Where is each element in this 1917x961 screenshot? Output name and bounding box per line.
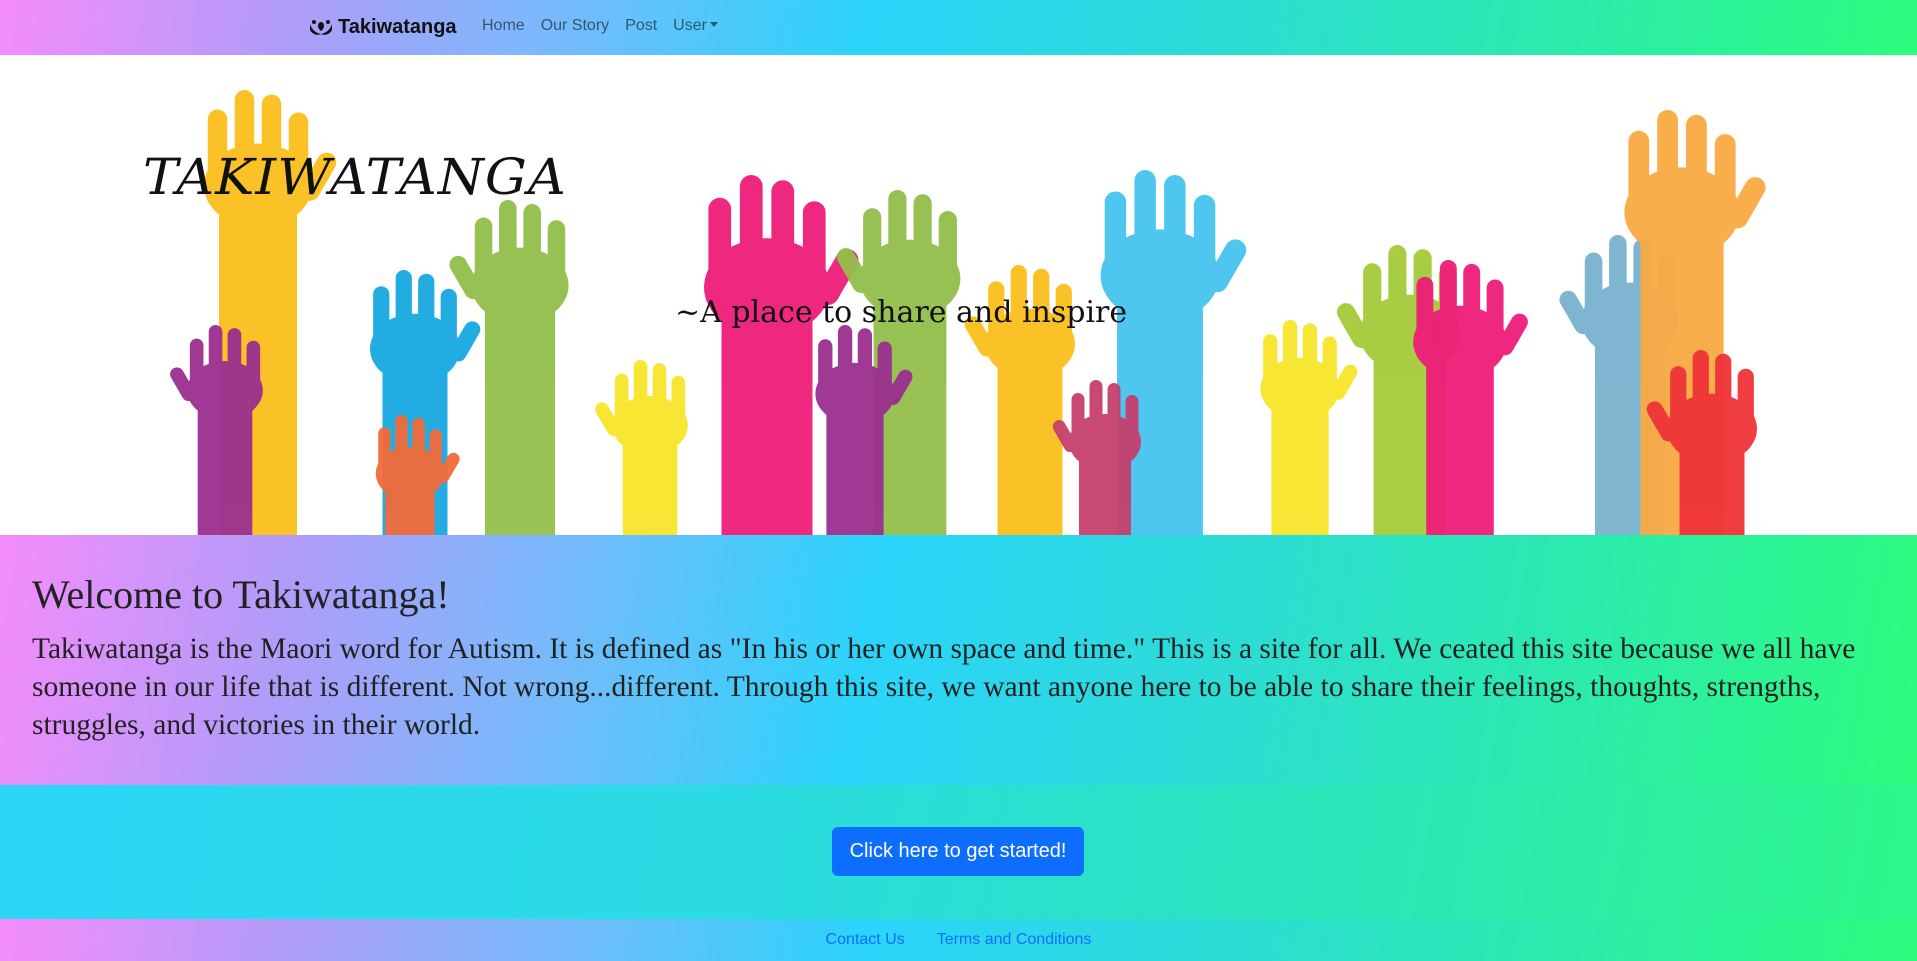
- hero-banner: TAKIWATANGA ~A place to share and inspir…: [0, 55, 1917, 535]
- navbar: Takiwatanga Home Our Story Post User: [0, 0, 1917, 55]
- nav-home[interactable]: Home: [482, 17, 525, 35]
- nav-post[interactable]: Post: [625, 17, 657, 35]
- hero-tagline: ~A place to share and inspire: [675, 295, 1128, 330]
- brand-name: Takiwatanga: [338, 15, 457, 38]
- hand-shape: [595, 360, 688, 535]
- nav-user-dropdown[interactable]: User: [673, 17, 718, 35]
- terms-link[interactable]: Terms and Conditions: [937, 931, 1092, 949]
- welcome-description: Takiwatanga is the Maori word for Autism…: [32, 633, 1856, 741]
- welcome-heading: Welcome to Takiwatanga!: [32, 572, 450, 617]
- hand-shape: [375, 415, 460, 535]
- caret-down-icon: [709, 22, 718, 27]
- hand-shape: [1052, 380, 1141, 535]
- brand-link[interactable]: Takiwatanga: [308, 14, 457, 40]
- get-started-button[interactable]: Click here to get started!: [832, 827, 1084, 876]
- user-dropdown-label: User: [673, 17, 707, 34]
- hand-shape: [1413, 260, 1528, 535]
- nav-our-story[interactable]: Our Story: [541, 17, 609, 35]
- nav-links: Home Our Story Post User: [482, 17, 734, 35]
- hands-logo-icon: [310, 20, 332, 35]
- hand-shape: [449, 200, 569, 535]
- hand-shape: [1260, 320, 1358, 535]
- cta-section: Click here to get started!: [0, 785, 1917, 919]
- footer: Contact Us Terms and Conditions: [0, 919, 1917, 961]
- hero-title: TAKIWATANGA: [143, 148, 567, 206]
- hand-shape: [170, 325, 263, 535]
- welcome-section: Welcome to Takiwatanga! Takiwatanga is t…: [0, 535, 1917, 785]
- contact-us-link[interactable]: Contact Us: [826, 931, 905, 949]
